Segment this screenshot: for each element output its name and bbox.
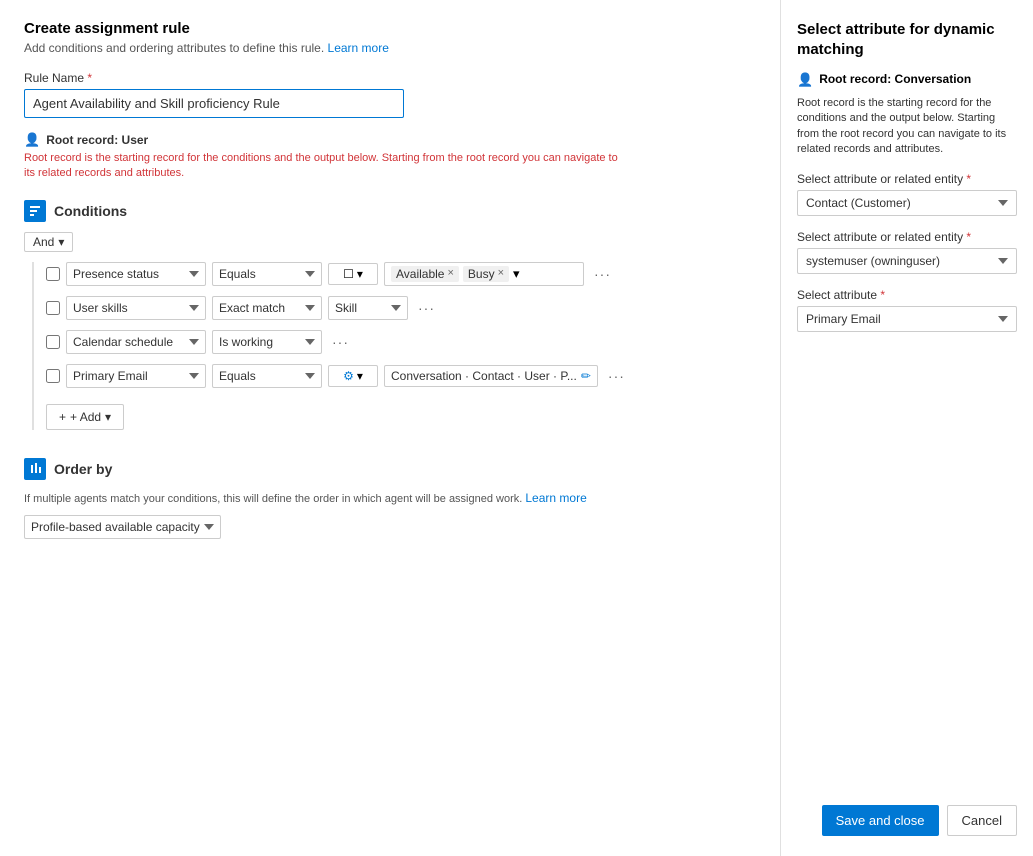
main-panel: Create assignment rule Add conditions an… <box>0 0 781 856</box>
subtitle: Add conditions and ordering attributes t… <box>24 41 756 55</box>
more-options-4[interactable]: ··· <box>604 368 629 384</box>
rule-name-label: Rule Name <box>24 71 756 85</box>
order-by-title: Order by <box>54 461 112 477</box>
field-select-3[interactable]: Calendar schedule <box>66 330 206 354</box>
condition-row: User skills Exact match Skill ··· <box>46 296 756 320</box>
value-tags-1[interactable]: Available × Busy × ▾ <box>384 262 584 286</box>
dynamic-value-text-4: Conversation · Contact · User · P... <box>391 369 577 383</box>
conditions-title: Conditions <box>54 203 127 219</box>
field-select-4[interactable]: Primary Email <box>66 364 206 388</box>
conditions-section-header: Conditions <box>24 200 756 222</box>
field-select-1[interactable]: Presence status <box>66 262 206 286</box>
conditions-container: Presence status Equals ☐ ▾ Available × B… <box>32 262 756 430</box>
tag-available: Available × <box>391 266 459 282</box>
operator-select-1[interactable]: Equals <box>212 262 322 286</box>
value-select-2[interactable]: Skill <box>328 296 408 320</box>
add-icon: + <box>59 410 66 424</box>
side-select1[interactable]: Contact (Customer) <box>797 190 1017 216</box>
and-badge[interactable]: And ▾ <box>24 232 73 252</box>
condition-checkbox-4[interactable] <box>46 369 60 383</box>
more-options-1[interactable]: ··· <box>590 266 615 282</box>
save-and-close-button[interactable]: Save and close <box>822 805 939 836</box>
tag-close-busy[interactable]: × <box>498 268 504 279</box>
more-options-3[interactable]: ··· <box>328 334 353 350</box>
side-root-record: 👤 Root record: Conversation <box>797 71 1017 88</box>
order-learn-more-link[interactable]: Learn more <box>525 491 586 505</box>
value-type-icon-4[interactable]: ⚙ ▾ <box>328 365 378 387</box>
condition-checkbox-1[interactable] <box>46 267 60 281</box>
add-condition-button[interactable]: + + Add ▾ <box>46 404 124 430</box>
root-record-desc: Root record is the starting record for t… <box>24 151 624 182</box>
more-options-2[interactable]: ··· <box>414 300 439 316</box>
order-by-section: Order by If multiple agents match your c… <box>24 458 756 539</box>
side-root-label: Root record: Conversation <box>819 72 971 86</box>
operator-select-3[interactable]: Is working <box>212 330 322 354</box>
tag-close-available[interactable]: × <box>447 268 453 279</box>
side-select1-label: Select attribute or related entity <box>797 172 1017 186</box>
order-by-header: Order by <box>24 458 756 480</box>
side-select2-label: Select attribute or related entity <box>797 230 1017 244</box>
tag-busy: Busy × <box>463 266 509 282</box>
order-by-icon <box>24 458 46 480</box>
conditions-icon <box>24 200 46 222</box>
side-select3-label: Select attribute <box>797 288 1017 302</box>
side-root-icon: 👤 <box>797 72 813 88</box>
cancel-button[interactable]: Cancel <box>947 805 1017 836</box>
rule-name-input[interactable] <box>24 89 404 118</box>
side-panel: Select attribute for dynamic matching 👤 … <box>781 0 1033 856</box>
order-by-desc: If multiple agents match your conditions… <box>24 490 624 507</box>
side-buttons: Save and close Cancel <box>822 805 1017 836</box>
condition-row: Calendar schedule Is working ··· <box>46 330 756 354</box>
condition-row: Primary Email Equals ⚙ ▾ Conversation · … <box>46 364 756 388</box>
root-record-info: 👤 Root record: User <box>24 132 756 148</box>
operator-select-2[interactable]: Exact match <box>212 296 322 320</box>
field-select-2[interactable]: User skills <box>66 296 206 320</box>
user-icon: 👤 <box>24 132 40 148</box>
operator-select-4[interactable]: Equals <box>212 364 322 388</box>
edit-dynamic-4[interactable]: ✏ <box>581 369 591 383</box>
order-by-select[interactable]: Profile-based available capacity <box>24 515 221 539</box>
side-select2[interactable]: systemuser (owninguser) <box>797 248 1017 274</box>
page-title: Create assignment rule <box>24 20 756 37</box>
side-root-desc: Root record is the starting record for t… <box>797 96 1017 158</box>
value-type-icon-1[interactable]: ☐ ▾ <box>328 263 378 285</box>
learn-more-link[interactable]: Learn more <box>328 41 389 55</box>
root-record-label: Root record: User <box>46 133 148 147</box>
condition-checkbox-3[interactable] <box>46 335 60 349</box>
side-select3[interactable]: Primary Email <box>797 306 1017 332</box>
condition-row: Presence status Equals ☐ ▾ Available × B… <box>46 262 756 286</box>
condition-checkbox-2[interactable] <box>46 301 60 315</box>
side-panel-title: Select attribute for dynamic matching <box>797 20 1017 59</box>
dynamic-value-4[interactable]: Conversation · Contact · User · P... ✏ <box>384 365 598 387</box>
